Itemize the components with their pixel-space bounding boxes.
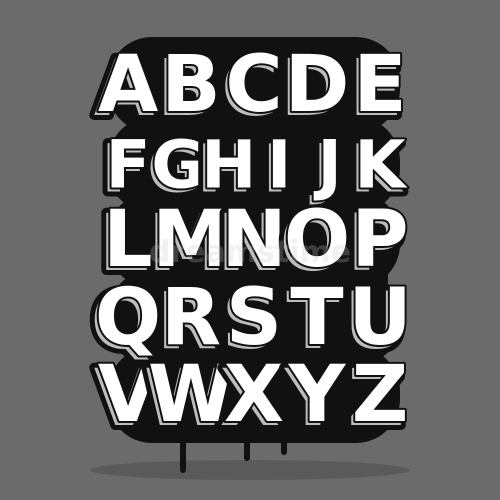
letter-i: I	[267, 127, 292, 204]
letter-p: P	[351, 195, 408, 285]
letter-x: X	[224, 350, 284, 440]
letter-a: A	[98, 40, 158, 130]
letter-h: H	[201, 127, 256, 204]
letter-l: L	[103, 195, 153, 285]
letter-f: F	[105, 127, 150, 204]
letter-k: K	[354, 127, 408, 204]
letter-z: Z	[352, 350, 409, 440]
letter-b: B	[161, 40, 220, 130]
letter-c: C	[225, 40, 282, 130]
letter-y: Y	[288, 350, 347, 440]
graffiti-alphabet-artwork: AABBCCDDEEFFGGHHIIJJKKLLMMNNOOPPQQRRSSTT…	[0, 0, 500, 500]
graffiti-alphabet-svg: AA BB CCDD EEFFGGHH II JJ KKLLMMNNOOPPQQRR SS TT…	[86, 37, 414, 480]
letter-j: J	[313, 127, 342, 204]
ground-shadow	[90, 460, 410, 480]
letter-e: E	[353, 40, 406, 130]
letter-d: D	[285, 40, 350, 130]
watermark: dreamstime	[149, 235, 351, 270]
